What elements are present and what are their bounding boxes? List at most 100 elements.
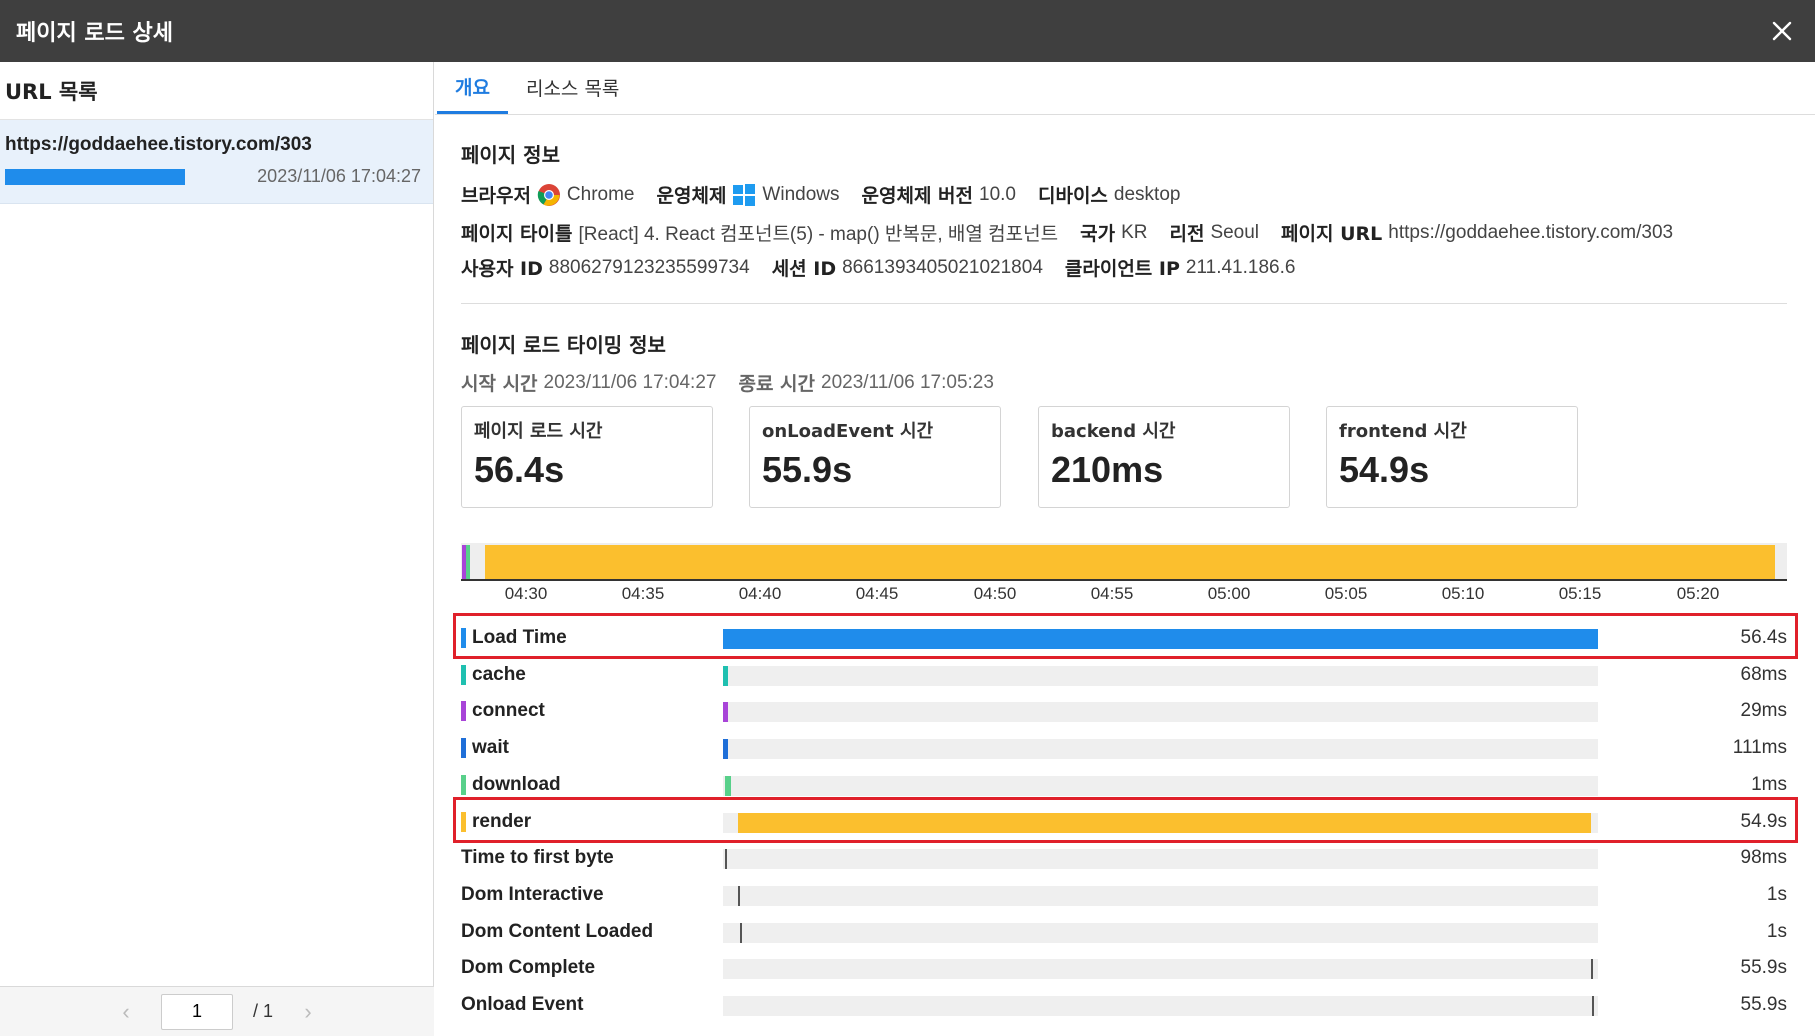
metric-row-dom-content-loaded: Dom Content Loaded 1s: [461, 919, 1787, 947]
load-progress-bar: [5, 169, 185, 185]
metric-bar: [738, 813, 1591, 833]
metric-tick: [740, 923, 742, 943]
metric-bar: [723, 666, 728, 686]
windows-icon: [732, 183, 756, 207]
page-load-time-card: 페이지 로드 시간 56.4s: [461, 406, 713, 508]
metric-label-text: connect: [472, 700, 545, 721]
chevron-left-icon[interactable]: ‹: [111, 999, 141, 1025]
frontend-time-card: frontend 시간 54.9s: [1326, 406, 1578, 508]
metric-track: [723, 813, 1598, 833]
page-info-title: 페이지 정보: [461, 143, 560, 167]
info-line-2: 페이지 타이틀 [React] 4. React 컴포넌트(5) - map()…: [461, 219, 1689, 246]
timing-title: 페이지 로드 타이밍 정보: [461, 333, 666, 357]
metric-tick: [738, 886, 740, 906]
end-time-value: 2023/11/06 17:05:23: [821, 371, 994, 393]
device-value: desktop: [1113, 183, 1181, 205]
card-label: frontend 시간: [1339, 421, 1467, 442]
metric-track: [723, 923, 1598, 943]
timeline-download-segment: [466, 545, 470, 579]
metric-label: cache: [461, 664, 526, 686]
info-line-3: 사용자 ID 8806279123235599734 세션 ID 8661393…: [461, 254, 1311, 281]
metric-track: [723, 739, 1598, 759]
metric-label: connect: [461, 700, 545, 722]
metric-label: render: [461, 811, 531, 833]
region-value: Seoul: [1210, 221, 1260, 243]
metric-row-load-time: Load Time 56.4s: [461, 625, 1787, 653]
timeline-tick-label: 05:00: [1207, 584, 1251, 603]
card-label: backend 시간: [1051, 421, 1176, 442]
metric-value: 29ms: [1740, 700, 1787, 721]
os-value: Windows: [762, 183, 840, 205]
timeline-axis: 04:30 04:35 04:40 04:45 04:50 04:55 05:00 05:05…: [461, 584, 1787, 614]
metric-track: [723, 996, 1598, 1016]
metric-label-text: cache: [472, 664, 526, 685]
metric-label-text: Dom Content Loaded: [461, 921, 654, 942]
browser-key: 브라우저: [461, 185, 531, 207]
metric-bar: [723, 739, 728, 759]
timeline-tick-label: 04:45: [855, 584, 899, 603]
tab-resource-list[interactable]: 리소스 목록: [508, 61, 637, 114]
metric-tick: [1591, 959, 1593, 979]
client-ip-key: 클라이언트 IP: [1064, 258, 1180, 280]
metric-color-marker: [461, 665, 466, 685]
metric-color-marker: [461, 775, 466, 795]
metric-value: 55.9s: [1740, 994, 1787, 1015]
url-list-heading: URL 목록: [0, 62, 433, 120]
timeline-tick-label: 05:15: [1558, 584, 1602, 603]
device-key: 디바이스: [1037, 185, 1108, 207]
metric-label-text: Dom Interactive: [461, 884, 604, 905]
metric-bar: [723, 702, 728, 722]
card-label: onLoadEvent 시간: [762, 421, 934, 442]
page-total: / 1: [252, 1001, 273, 1021]
info-line-1: 브라우저 Chrome 운영체제 Windows 운영체제 버전 10.0 디바…: [461, 181, 1196, 208]
chevron-right-icon[interactable]: ›: [293, 999, 323, 1025]
timeline-tick-label: 05:10: [1441, 584, 1485, 603]
url-timestamp: 2023/11/06 17:04:27: [257, 166, 421, 186]
metric-label-text: download: [472, 774, 561, 795]
metric-value: 55.9s: [1740, 957, 1787, 978]
card-label: 페이지 로드 시간: [474, 421, 603, 442]
backend-time-card: backend 시간 210ms: [1038, 406, 1290, 508]
timeline-tick-label: 05:20: [1676, 584, 1720, 603]
card-value: 210ms: [1051, 449, 1164, 490]
metric-color-marker: [461, 738, 466, 758]
metric-label-text: Onload Event: [461, 994, 584, 1015]
card-value: 56.4s: [474, 449, 565, 490]
user-id-value: 8806279123235599734: [548, 256, 750, 278]
metric-tick: [1592, 996, 1594, 1016]
metric-label-text: Time to first byte: [461, 847, 614, 868]
metric-value: 68ms: [1740, 664, 1787, 685]
metric-value: 111ms: [1732, 737, 1787, 758]
section-divider: [461, 303, 1787, 304]
timeline-tick-label: 04:35: [621, 584, 665, 603]
close-icon[interactable]: [1765, 14, 1799, 48]
page-number-input[interactable]: [160, 993, 233, 1030]
timing-range: 시작 시간 2023/11/06 17:04:27 종료 시간 2023/11/…: [461, 369, 1010, 396]
timeline-tick-label: 04:40: [738, 584, 782, 603]
metric-bar: [723, 629, 1598, 649]
metric-track: [723, 702, 1598, 722]
timeline-tick-label: 04:55: [1090, 584, 1134, 603]
metric-track: [723, 629, 1598, 649]
card-value: 54.9s: [1339, 449, 1430, 490]
os-key: 운영체제: [656, 185, 727, 207]
metric-row-cache: cache 68ms: [461, 662, 1787, 690]
metric-label-text: wait: [472, 737, 509, 758]
timeline-overview[interactable]: [461, 543, 1787, 581]
url-list-panel: URL 목록 https://goddaehee.tistory.com/303…: [0, 62, 434, 1036]
start-time-key: 시작 시간: [461, 373, 538, 395]
region-key: 리전: [1169, 223, 1205, 245]
client-ip-value: 211.41.186.6: [1185, 256, 1296, 278]
tab-overview[interactable]: 개요: [437, 61, 508, 114]
metric-track: [723, 666, 1598, 686]
start-time-value: 2023/11/06 17:04:27: [543, 371, 717, 393]
metric-value: 1ms: [1751, 774, 1787, 795]
metric-row-wait: wait 111ms: [461, 735, 1787, 763]
metric-track: [723, 776, 1598, 796]
metric-row-onload-event: Onload Event 55.9s: [461, 992, 1787, 1020]
user-id-key: 사용자 ID: [461, 258, 543, 280]
metric-value: 54.9s: [1740, 811, 1787, 832]
page-url-key: 페이지 URL: [1281, 223, 1383, 245]
url-list-item[interactable]: https://goddaehee.tistory.com/303 2023/1…: [0, 120, 433, 204]
metric-label-text: render: [472, 811, 532, 832]
